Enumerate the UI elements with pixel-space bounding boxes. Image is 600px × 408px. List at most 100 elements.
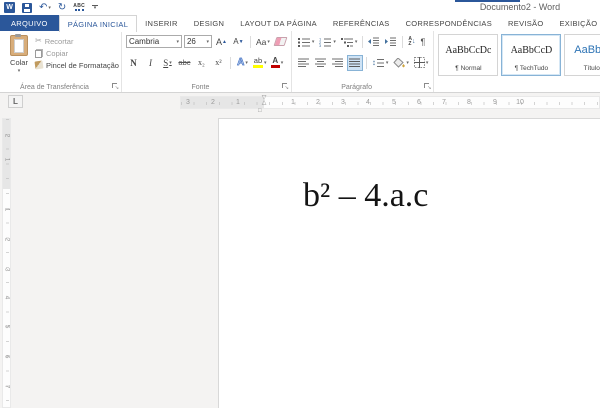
- borders-button[interactable]: ▾: [412, 55, 431, 71]
- paste-dropdown-icon[interactable]: ▾: [18, 68, 21, 74]
- paragraph-group-label: Parágrafo: [292, 84, 422, 91]
- vertical-ruler: 2 1 1 2 3 4 5 6 7: [2, 118, 11, 408]
- tab-referencias[interactable]: REFERÊNCIAS: [325, 15, 398, 31]
- justify-button[interactable]: [347, 55, 363, 71]
- clipboard-group-label: Área de Transferência: [0, 84, 109, 91]
- ruler-number: 5: [3, 323, 11, 330]
- align-right-icon: [332, 58, 344, 68]
- multilevel-list-button[interactable]: ▾: [339, 34, 360, 50]
- paint-bucket-icon: [393, 58, 405, 68]
- clipboard-group: Colar ▾ ✂ Recortar Copiar Pincel de Form…: [0, 31, 122, 92]
- ruler-number: 2: [3, 236, 11, 243]
- underline-button[interactable]: S ▾: [160, 55, 175, 70]
- hanging-indent-marker[interactable]: △: [262, 101, 267, 106]
- font-name-combo[interactable]: Cambria ▾: [126, 35, 182, 48]
- align-right-button[interactable]: [330, 55, 346, 71]
- copy-icon: [35, 49, 43, 58]
- save-icon[interactable]: [22, 2, 32, 14]
- tab-inserir[interactable]: INSERIR: [137, 15, 186, 31]
- svg-text:3: 3: [319, 43, 322, 47]
- subscript-button[interactable]: x₂: [194, 55, 209, 70]
- ruler-number: 3: [339, 99, 347, 107]
- multilevel-list-icon: [341, 37, 354, 47]
- text-highlight-button[interactable]: ab ▾: [252, 55, 268, 70]
- ruler-number: 2: [3, 132, 11, 139]
- style-preview: AaBbCcDc: [445, 35, 491, 65]
- numbering-button[interactable]: 123 ▾: [317, 34, 338, 50]
- ruler-number: 9: [491, 99, 499, 107]
- clipboard-dialog-launcher-icon[interactable]: [111, 82, 119, 90]
- italic-button[interactable]: I: [143, 55, 158, 70]
- tab-layout-da-pagina[interactable]: LAYOUT DA PÁGINA: [232, 15, 325, 31]
- tab-correspondencias[interactable]: CORRESPONDÊNCIAS: [398, 15, 500, 31]
- borders-icon: [414, 57, 425, 68]
- tab-pagina-inicial[interactable]: PÁGINA INICIAL: [59, 15, 137, 32]
- change-case-button[interactable]: Aa ▾: [255, 34, 271, 49]
- customize-quick-access-icon[interactable]: ▾: [92, 2, 98, 14]
- styles-group: AaBbCcDc ¶ Normal AaBbCcD ¶ TechTudo AaB…: [434, 31, 600, 92]
- word-logo-icon[interactable]: W: [4, 2, 15, 14]
- highlight-icon: ab: [253, 57, 263, 68]
- tab-revisao[interactable]: REVISÃO: [500, 15, 551, 31]
- left-indent-marker[interactable]: □: [258, 108, 262, 114]
- style-card-titulo1[interactable]: AaBbCc Título 1: [564, 34, 600, 76]
- justify-icon: [349, 58, 361, 68]
- line-spacing-icon: ↕: [372, 58, 385, 68]
- font-color-button[interactable]: A ▾: [269, 55, 284, 70]
- cut-label: Recortar: [45, 37, 74, 46]
- paste-button[interactable]: Colar ▾: [3, 34, 35, 80]
- redo-icon[interactable]: ↻: [58, 2, 66, 14]
- align-center-button[interactable]: [313, 55, 329, 71]
- shrink-font-button[interactable]: A▼: [231, 34, 246, 49]
- sort-button[interactable]: AZ↓: [406, 34, 417, 50]
- copy-button[interactable]: Copiar: [35, 48, 119, 58]
- text-effects-button[interactable]: A ▾: [235, 55, 250, 70]
- show-paragraph-marks-button[interactable]: ¶: [419, 34, 428, 50]
- strikethrough-button[interactable]: abc: [177, 55, 192, 70]
- bold-button[interactable]: N: [126, 55, 141, 70]
- undo-dropdown-icon[interactable]: ▾: [48, 5, 51, 11]
- format-painter-button[interactable]: Pincel de Formatação: [35, 60, 119, 70]
- font-group: Cambria ▾ 26 ▾ A▲ A▼ Aa ▾ N: [122, 31, 292, 92]
- line-spacing-button[interactable]: ↕ ▾: [370, 55, 391, 71]
- ruler-number: 1: [3, 206, 11, 213]
- ribbon: Colar ▾ ✂ Recortar Copiar Pincel de Form…: [0, 31, 600, 93]
- tab-exibicao[interactable]: EXIBIÇÃO: [552, 15, 600, 31]
- decrease-indent-button[interactable]: [366, 34, 382, 50]
- clear-formatting-button[interactable]: [273, 34, 288, 49]
- increase-indent-button[interactable]: [383, 34, 399, 50]
- undo-icon[interactable]: ↶▾: [39, 2, 51, 14]
- style-label: ¶ TechTudo: [515, 65, 548, 75]
- document-workspace: L 3 2 1 1 2 3 4 5 6 7 8 9 10 ▽ △ □ 2: [0, 93, 600, 408]
- superscript-button[interactable]: x²: [211, 55, 226, 70]
- paste-label: Colar: [10, 58, 28, 67]
- ruler-number: 7: [440, 99, 448, 107]
- ruler-number: 7: [3, 383, 11, 390]
- paragraph-dialog-launcher-icon[interactable]: [423, 82, 431, 90]
- tab-design[interactable]: DESIGN: [186, 15, 233, 31]
- grow-font-button[interactable]: A▲: [214, 34, 229, 49]
- ruler-number: 10: [516, 99, 524, 107]
- ruler-number: 2: [314, 99, 322, 107]
- decrease-indent-icon: [368, 37, 380, 47]
- copy-label: Copiar: [46, 49, 68, 58]
- word-window: W ↶▾ ↻ ABC ▾ Documento2 - Word ARQUIVO P…: [0, 0, 600, 408]
- eraser-icon: [273, 37, 287, 46]
- bullets-button[interactable]: ▾: [296, 34, 317, 50]
- font-dialog-launcher-icon[interactable]: [281, 82, 289, 90]
- window-title: Documento2 - Word: [440, 2, 600, 12]
- style-card-normal[interactable]: AaBbCcDc ¶ Normal: [438, 34, 498, 76]
- indent-markers[interactable]: ▽ △: [259, 96, 269, 106]
- style-card-techtudo[interactable]: AaBbCcD ¶ TechTudo: [501, 34, 561, 76]
- align-left-button[interactable]: [296, 55, 312, 71]
- document-page[interactable]: b² – 4.a.c: [218, 118, 600, 408]
- tab-arquivo[interactable]: ARQUIVO: [0, 15, 59, 31]
- style-preview: AaBbCcD: [511, 35, 553, 65]
- cut-button[interactable]: ✂ Recortar: [35, 36, 119, 46]
- spelling-icon[interactable]: ABC: [73, 2, 85, 14]
- shading-button[interactable]: ▾: [391, 55, 411, 71]
- font-name-value: Cambria: [129, 37, 159, 46]
- ruler-number: 4: [3, 294, 11, 301]
- tab-stop-selector[interactable]: L: [8, 95, 23, 108]
- font-size-combo[interactable]: 26 ▾: [184, 35, 212, 48]
